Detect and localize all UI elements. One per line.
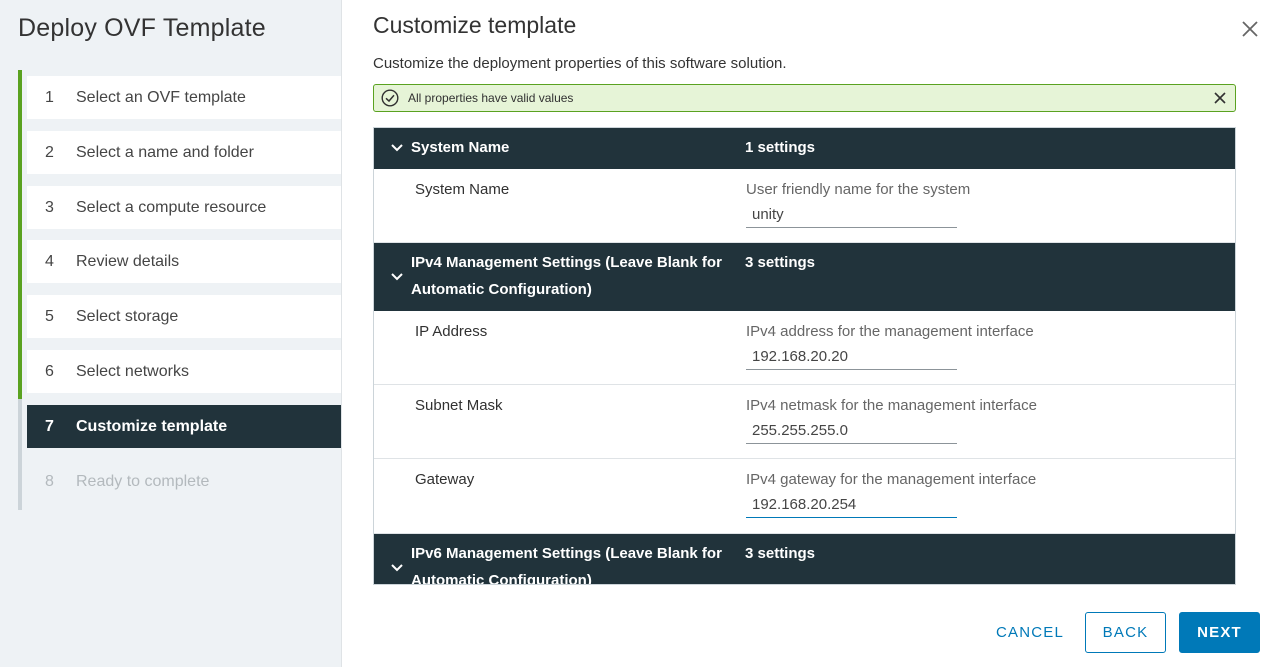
step-number: 8 (45, 472, 54, 490)
step-label: Select storage (76, 307, 179, 325)
chevron-down-icon (391, 144, 403, 152)
group-count: 3 settings (745, 545, 816, 562)
property-name: Subnet Mask (415, 397, 503, 414)
alert-close-icon[interactable] (1213, 91, 1227, 105)
next-button[interactable]: NEXT (1179, 612, 1260, 653)
step-customize-template[interactable]: 7 Customize template (27, 405, 341, 448)
step-select-ovf-template[interactable]: 1 Select an OVF template (27, 76, 341, 119)
property-row: System Name User friendly name for the s… (374, 169, 1235, 243)
main-panel: Customize template Customize the deploym… (342, 0, 1267, 667)
group-header-ipv4[interactable]: IPv4 Management Settings (Leave Blank fo… (374, 243, 1235, 311)
step-number: 7 (45, 417, 54, 435)
group-header-ipv6[interactable]: IPv6 Management Settings (Leave Blank fo… (374, 534, 1235, 585)
alert-message: All properties have valid values (408, 91, 574, 105)
group-count: 1 settings (745, 139, 816, 156)
property-description: User friendly name for the system (746, 181, 971, 198)
group-name: IPv6 Management Settings (Leave Blank fo… (411, 545, 722, 585)
step-number: 6 (45, 362, 54, 380)
step-label: Ready to complete (76, 472, 210, 490)
subnet-mask-input[interactable] (746, 418, 957, 444)
step-number: 3 (45, 198, 54, 216)
step-number: 4 (45, 252, 54, 270)
step-select-name-folder[interactable]: 2 Select a name and folder (27, 131, 341, 174)
check-circle-icon (381, 89, 399, 107)
step-number: 5 (45, 307, 54, 325)
chevron-down-icon (391, 273, 403, 281)
page-subtitle: Customize the deployment properties of t… (373, 55, 787, 72)
group-name: System Name (411, 139, 510, 156)
group-name: IPv4 Management Settings (Leave Blank fo… (411, 254, 722, 298)
gateway-input[interactable] (746, 492, 957, 518)
step-label: Select a name and folder (76, 143, 254, 161)
property-name: System Name (415, 181, 510, 198)
property-row: Gateway IPv4 gateway for the management … (374, 459, 1235, 534)
ip-address-input[interactable] (746, 344, 957, 370)
step-label: Review details (76, 252, 180, 270)
properties-grid: System Name 1 settings System Name User … (373, 127, 1236, 585)
wizard-title: Deploy OVF Template (18, 14, 266, 42)
step-ready-to-complete: 8 Ready to complete (27, 460, 341, 503)
step-number: 2 (45, 143, 54, 161)
group-count: 3 settings (745, 254, 816, 271)
progress-rail-done (18, 70, 22, 399)
step-number: 1 (45, 88, 54, 106)
step-label: Select an OVF template (76, 88, 246, 106)
step-select-storage[interactable]: 5 Select storage (27, 295, 341, 338)
step-select-networks[interactable]: 6 Select networks (27, 350, 341, 393)
property-name: IP Address (415, 323, 488, 340)
chevron-down-icon (391, 564, 403, 572)
property-name: Gateway (415, 471, 475, 488)
progress-rail (18, 70, 22, 510)
property-row: Subnet Mask IPv4 netmask for the managem… (374, 385, 1235, 459)
property-description: IPv4 gateway for the management interfac… (746, 471, 1037, 488)
step-label: Select a compute resource (76, 198, 267, 216)
property-description: IPv4 netmask for the management interfac… (746, 397, 1037, 414)
property-row: IP Address IPv4 address for the manageme… (374, 311, 1235, 385)
system-name-input[interactable] (746, 202, 957, 228)
step-review-details[interactable]: 4 Review details (27, 240, 341, 283)
cancel-button[interactable]: CANCEL (988, 612, 1072, 653)
wizard-sidebar: Deploy OVF Template 1 Select an OVF temp… (0, 0, 342, 667)
step-label: Customize template (76, 417, 228, 435)
property-description: IPv4 address for the management interfac… (746, 323, 1034, 340)
close-icon[interactable] (1239, 18, 1261, 40)
back-button[interactable]: BACK (1085, 612, 1166, 653)
success-alert: All properties have valid values (373, 84, 1236, 112)
step-select-compute-resource[interactable]: 3 Select a compute resource (27, 186, 341, 229)
page-title: Customize template (373, 12, 577, 38)
step-label: Select networks (76, 362, 189, 380)
group-header-system-name[interactable]: System Name 1 settings (374, 128, 1235, 169)
